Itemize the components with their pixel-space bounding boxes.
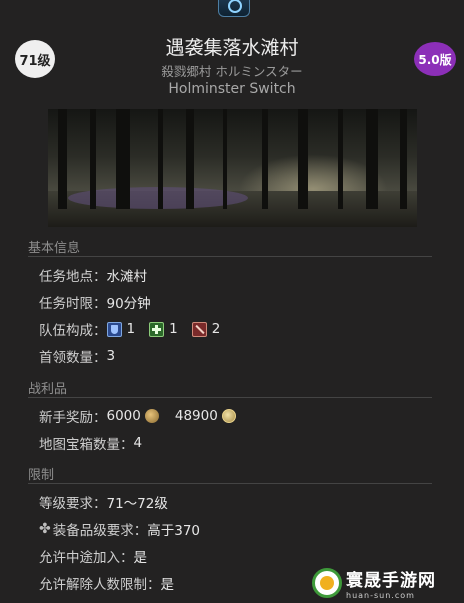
- unrestricted-label: 允许解除人数限制：: [39, 577, 161, 593]
- level-req-label: 等级要求：: [39, 496, 107, 512]
- level-req-value: 71～72级: [106, 496, 168, 512]
- chest-count-label: 地图宝箱数量：: [39, 437, 134, 453]
- dps-count: 2: [211, 321, 221, 337]
- duty-subtitle-jp: 殺戮郷村 ホルミンスター: [161, 64, 303, 79]
- row-boss-count: 首领数量： 3: [39, 346, 115, 366]
- section-heading-limits: 限制: [28, 468, 55, 483]
- gil-value: 6000: [106, 408, 141, 424]
- location-value: 水滩村: [106, 269, 148, 285]
- watermark-title: 寰晟手游网: [346, 571, 436, 591]
- tank-role-icon: [106, 321, 122, 337]
- row-location: 任务地点： 水滩村: [39, 265, 147, 285]
- duty-banner-image: [48, 109, 417, 227]
- row-item-level-requirement: ✤ 装备品级要求： 高于370: [39, 519, 200, 539]
- section-divider: [28, 483, 432, 484]
- dps-role-icon: [191, 321, 207, 337]
- healer-role-icon: [149, 321, 165, 337]
- boss-count-label: 首领数量：: [39, 350, 107, 366]
- section-divider: [28, 397, 432, 398]
- row-level-requirement: 等级要求： 71～72级: [39, 492, 168, 512]
- section-heading-basic: 基本信息: [28, 241, 81, 256]
- ilvl-req-value: 高于370: [147, 523, 201, 539]
- mgp-coin-icon: [221, 409, 236, 423]
- section-heading-loot: 战利品: [28, 382, 68, 397]
- tank-count: 1: [126, 321, 136, 337]
- watermark-logo-icon: [312, 568, 342, 598]
- row-chest-count: 地图宝箱数量： 4: [39, 433, 142, 453]
- row-unrestricted-party: 允许解除人数限制： 是: [39, 573, 174, 593]
- join-in-progress-label: 允许中途加入：: [39, 550, 134, 566]
- row-time-limit: 任务时限： 90分钟: [39, 292, 151, 312]
- section-divider: [28, 256, 432, 257]
- party-label: 队伍构成：: [39, 323, 107, 339]
- watermark-url: huan-sun.com: [346, 591, 415, 600]
- duty-type-emblem-icon: [218, 0, 250, 17]
- location-label: 任务地点：: [39, 269, 107, 285]
- row-rookie-reward: 新手奖励： 6000 48900: [39, 406, 252, 426]
- join-in-progress-value: 是: [133, 550, 148, 566]
- duty-title: 遇袭集落水滩村: [165, 37, 299, 59]
- duty-subtitle-en: Holminster Switch: [168, 81, 296, 97]
- row-party: 队伍构成： 1 1 2: [39, 319, 220, 339]
- unrestricted-value: 是: [160, 577, 175, 593]
- mgp-value: 48900: [174, 408, 218, 424]
- reward-label: 新手奖励：: [39, 410, 107, 426]
- ilvl-req-label: 装备品级要求：: [52, 523, 148, 539]
- healer-count: 1: [169, 321, 178, 337]
- time-limit-value: 90分钟: [106, 296, 151, 312]
- row-join-in-progress: 允许中途加入： 是: [39, 546, 147, 566]
- gil-coin-icon: [144, 409, 159, 423]
- item-level-icon: ✤: [39, 521, 51, 537]
- boss-count-value: 3: [106, 348, 116, 364]
- chest-count-value: 4: [133, 435, 143, 451]
- time-limit-label: 任务时限：: [39, 296, 107, 312]
- site-watermark: 寰晟手游网 huan-sun.com: [312, 566, 462, 600]
